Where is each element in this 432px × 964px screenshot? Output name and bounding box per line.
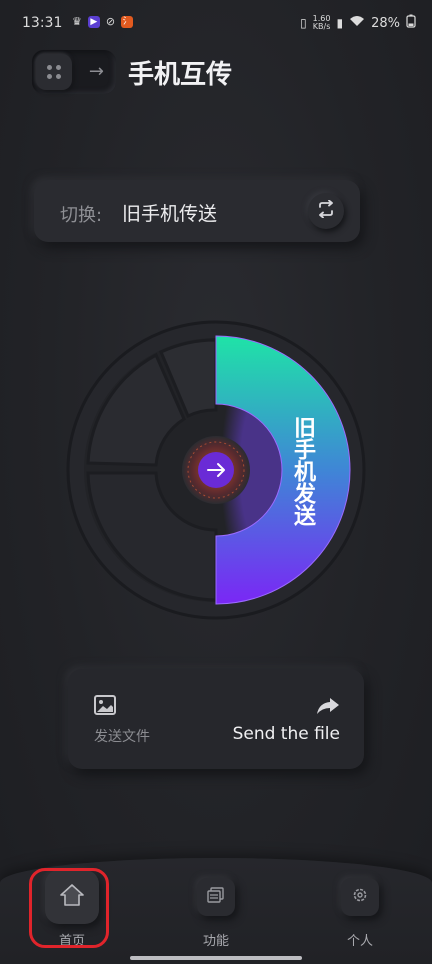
switch-label: 切换: [60,205,103,226]
mode-toggle[interactable]: → [32,50,116,94]
sim-icon: ▮ [336,16,344,30]
nav-profile-button[interactable] [341,878,379,916]
crown-icon: ♛ [72,15,82,28]
status-bar: 13:31 ♛ ▶ ⊘ 氵 ▯ 1.60 KB/s ▮ 28% [0,0,432,40]
screen: 13:31 ♛ ▶ ⊘ 氵 ▯ 1.60 KB/s ▮ 28% → 手机互传 切… [0,0,432,964]
battery-icon [406,14,416,32]
header: → 手机互传 [32,50,232,94]
wifi-icon [349,15,365,31]
arrow-right-icon: → [88,61,104,82]
nav-features-label: 功能 [202,934,229,949]
status-time: 13:31 [22,15,63,31]
share-arrow-icon [316,697,340,719]
nav-profile-label: 个人 [346,934,373,949]
network-speed: 1.60 KB/s [313,15,331,31]
network-speed-unit: KB/s [312,22,331,31]
switch-value: 旧手机传送 [122,203,218,225]
sync-app-icon: ⊘ [105,15,116,28]
image-icon [94,695,116,719]
transfer-dial [66,318,366,628]
toggle-knob[interactable] [36,54,72,90]
send-file-en-label: Send the file [232,724,340,744]
grid-dots-icon [47,65,61,79]
settings-icon [352,887,368,907]
send-file-cn-label: 发送文件 [94,729,150,745]
notification-icons: ♛ ▶ ⊘ 氵 [72,15,134,28]
dial-label: 旧手机发送 [290,416,315,526]
nav-features-button[interactable] [197,878,235,916]
page-title: 手机互传 [128,59,233,90]
switch-button[interactable] [308,193,344,229]
app-notification-icon: 氵 [121,15,134,28]
dial-graphic [66,320,366,620]
play-app-icon: ▶ [87,15,100,28]
selection-highlight [29,868,109,948]
send-file-card[interactable]: 发送文件 Send the file [68,669,364,769]
files-icon [207,887,225,907]
vibrate-icon: ▯ [300,16,307,30]
battery-percent: 28% [371,15,400,31]
nav-profile[interactable]: 个人 [320,870,400,949]
switch-card[interactable]: 切换: 旧手机传送 [34,180,360,242]
status-right: ▯ 1.60 KB/s ▮ 28% [300,14,416,32]
nav-features[interactable]: 功能 [176,870,256,949]
swap-icon [316,199,336,222]
gesture-bar[interactable] [130,956,302,960]
